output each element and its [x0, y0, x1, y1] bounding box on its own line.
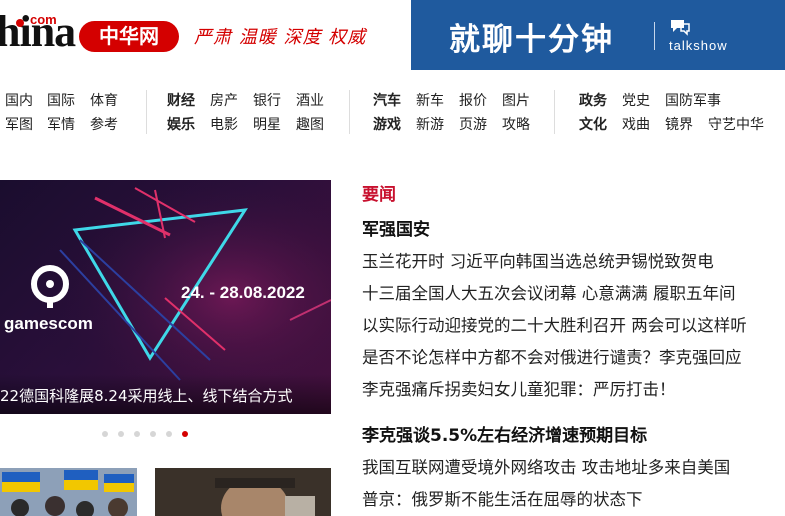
news-link[interactable]: 以实际行动迎接党的二十大胜利召开 两会可以这样听	[362, 312, 747, 336]
news-link[interactable]: 玉兰花开时 习近平向韩国当选总统尹锡悦致贺电	[362, 248, 714, 272]
carousel-brand: gamescom	[4, 314, 93, 333]
nav-link-cankao[interactable]: 参考	[90, 114, 118, 134]
nav-link-youxi[interactable]: 游戏	[373, 114, 401, 134]
nav-link-yeyou[interactable]: 页游	[459, 114, 487, 134]
nav-link-qiche[interactable]: 汽车	[373, 90, 401, 110]
news-thumbnail[interactable]	[155, 468, 331, 516]
talkshow-banner[interactable]: 就聊十分钟 talkshow	[411, 0, 785, 70]
nav-divider	[554, 90, 555, 134]
nav-divider	[146, 90, 147, 134]
nav-link-dangshi[interactable]: 党史	[622, 90, 650, 110]
nav-link-jingjie[interactable]: 镜界	[665, 114, 693, 134]
nav-link-jiuye[interactable]: 酒业	[296, 90, 324, 110]
carousel-caption[interactable]: 22德国科隆展8.24采用线上、线下结合方式	[0, 385, 293, 406]
section-title-yaowen[interactable]: 要闻	[362, 180, 396, 205]
banner-title: 就聊十分钟	[449, 22, 614, 58]
nav-link-xiqu[interactable]: 戏曲	[622, 114, 650, 134]
nav-link-mingxing[interactable]: 明星	[253, 114, 281, 134]
headline-link[interactable]: 李克强谈5.5%左右经济增速预期目标	[362, 421, 647, 446]
nav-link-caijing[interactable]: 财经	[167, 90, 195, 110]
carousel-dot[interactable]	[134, 431, 140, 437]
nav-link-shouyi[interactable]: 守艺中华	[708, 114, 764, 134]
nav-link-dianying[interactable]: 电影	[210, 114, 238, 134]
carousel-dot[interactable]	[166, 431, 172, 437]
news-link[interactable]: 是否不论怎样中方都不会对俄进行谴责？李克强回应	[362, 344, 742, 368]
carousel-dates: 24. - 28.08.2022	[181, 283, 305, 302]
nav-link-juntu[interactable]: 军图	[5, 114, 33, 134]
site-logo[interactable]: hina com 中华网 严肃 温暖 深度 权威	[0, 0, 410, 70]
carousel-dot[interactable]	[150, 431, 156, 437]
logo-com-text: com	[30, 12, 57, 27]
main-nav: 国内 国际 体育 军图 军情 参考 财经 房产 银行 酒业 娱乐 电影 明星 趣…	[0, 86, 785, 136]
logo-pill: 中华网	[79, 21, 179, 52]
nav-link-gonglue[interactable]: 攻略	[502, 114, 530, 134]
nav-link-junqing[interactable]: 军情	[47, 114, 75, 134]
banner-divider	[654, 22, 655, 50]
headline-link[interactable]: 军强国安	[362, 215, 430, 240]
banner-subtitle: talkshow	[669, 38, 728, 53]
nav-link-guoji[interactable]: 国际	[47, 90, 75, 110]
chat-bubble-icon	[671, 20, 690, 36]
news-link[interactable]: 我国互联网遭受境外网络攻击 攻击地址多来自美国	[362, 454, 730, 478]
nav-link-fangchan[interactable]: 房产	[210, 90, 238, 110]
carousel-slide[interactable]: 24. - 28.08.2022 gamescom 22德国科隆展8.24采用线…	[0, 180, 331, 414]
nav-link-baojia[interactable]: 报价	[459, 90, 487, 110]
news-thumbnail[interactable]	[0, 468, 137, 516]
site-slogan: 严肃 温暖 深度 权威	[194, 27, 367, 48]
nav-link-yule[interactable]: 娱乐	[167, 114, 195, 134]
nav-link-tupian[interactable]: 图片	[502, 90, 530, 110]
portrait-photo	[155, 468, 331, 516]
nav-link-xinche[interactable]: 新车	[416, 90, 444, 110]
nav-link-guofang[interactable]: 国防军事	[665, 90, 721, 110]
news-link[interactable]: 普京：俄罗斯不能生活在屈辱的状态下	[362, 486, 643, 510]
nav-link-tiyu[interactable]: 体育	[90, 90, 118, 110]
nav-divider	[349, 90, 350, 134]
protest-photo	[0, 468, 137, 516]
news-link[interactable]: 十三届全国人大五次会议闭幕 心意满满 履职五年间	[362, 280, 736, 304]
logo-dot	[16, 19, 24, 27]
news-link[interactable]: 李克强痛斥拐卖妇女儿童犯罪：严厉打击！	[362, 376, 676, 400]
carousel-dot[interactable]	[102, 431, 108, 437]
nav-link-guonei[interactable]: 国内	[5, 90, 33, 110]
nav-link-qutu[interactable]: 趣图	[296, 114, 324, 134]
carousel-dot[interactable]	[118, 431, 124, 437]
nav-link-zhengwu[interactable]: 政务	[579, 90, 607, 110]
carousel-dot-active[interactable]	[182, 431, 188, 437]
nav-link-wenhua[interactable]: 文化	[579, 114, 607, 134]
nav-link-xinyou[interactable]: 新游	[416, 114, 444, 134]
nav-link-yinhang[interactable]: 银行	[253, 90, 281, 110]
